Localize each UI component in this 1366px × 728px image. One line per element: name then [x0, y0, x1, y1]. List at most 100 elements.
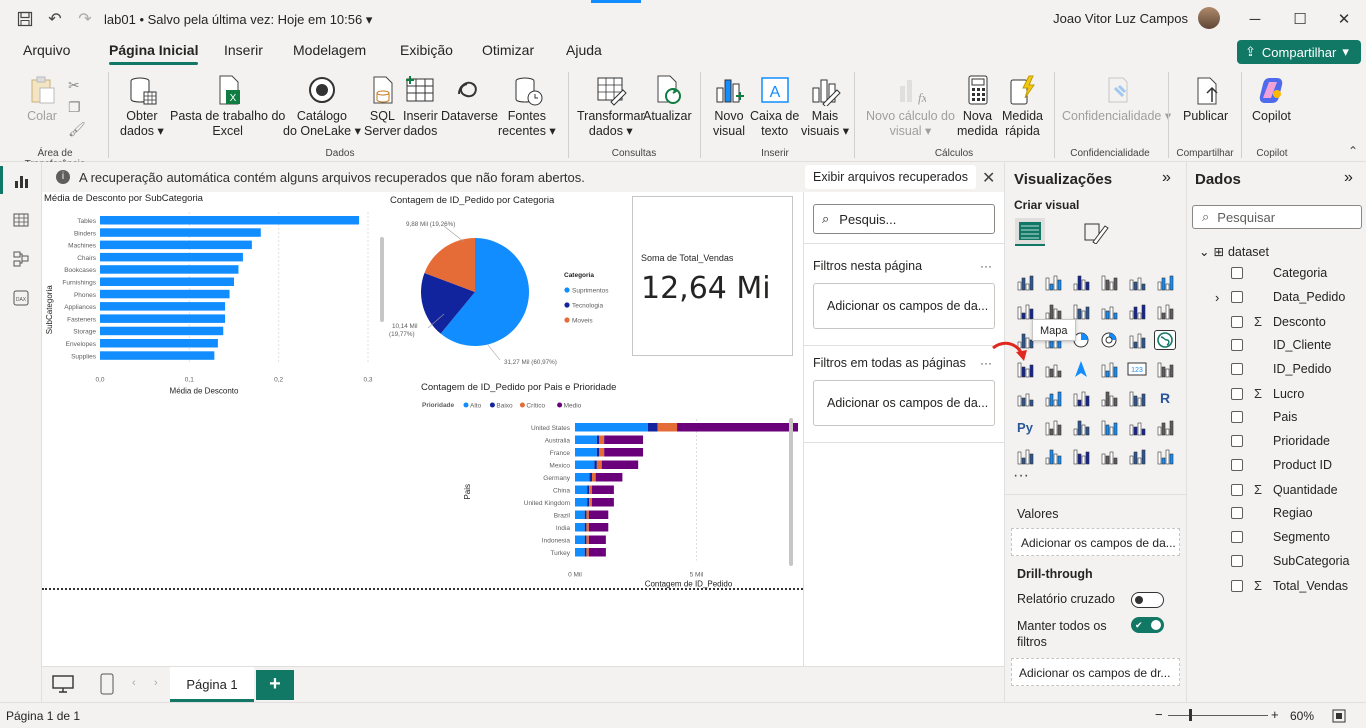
chevron-right-icon[interactable]: › — [1215, 290, 1219, 305]
shape-map-icon[interactable] — [1042, 359, 1064, 379]
category-pie-chart[interactable]: 31,27 Mil (60,97%) 10,14 Mil(19,77%) 9,88 … — [388, 210, 628, 370]
dax-query-icon[interactable]: DAX — [10, 287, 32, 309]
zoom-in-icon[interactable]: + — [1271, 707, 1279, 722]
menu-ajuda[interactable]: Ajuda — [566, 42, 602, 58]
page-filter-dropzone[interactable]: Adicionar os campos de da... — [813, 283, 995, 329]
copilot-button[interactable]: Copilot — [1252, 74, 1291, 124]
cross-report-toggle[interactable] — [1131, 592, 1164, 608]
enter-data-button[interactable]: Inserir dados — [403, 74, 438, 139]
undo-icon[interactable]: ↶ — [44, 8, 66, 30]
onelake-catalog-button[interactable]: Catálogo do OneLake ▾ — [283, 74, 361, 139]
100-bar-icon[interactable] — [1126, 272, 1148, 292]
new-card-icon[interactable] — [1098, 446, 1120, 466]
field-product-id[interactable]: Product ID — [1231, 458, 1332, 472]
format-painter-icon[interactable]: 🖌 — [68, 118, 86, 140]
text-box-button[interactable]: A Caixa de texto — [750, 74, 799, 139]
azure-map-icon[interactable] — [1070, 359, 1092, 379]
page-tab-1[interactable]: Página 1 — [170, 667, 254, 702]
field-checkbox[interactable] — [1231, 531, 1243, 543]
excel-workbook-button[interactable]: X Pasta de trabalho do Excel — [170, 74, 285, 139]
python-visual-icon[interactable]: Py — [1014, 417, 1036, 437]
r-visual-icon[interactable]: R — [1154, 388, 1176, 408]
field-subcategoria[interactable]: SubCategoria — [1231, 554, 1349, 568]
mobile-layout-icon[interactable] — [100, 673, 114, 698]
slicer-icon[interactable] — [1070, 388, 1092, 408]
field-checkbox[interactable] — [1231, 507, 1243, 519]
field-checkbox[interactable] — [1231, 555, 1243, 567]
save-icon[interactable] — [14, 8, 36, 30]
field-checkbox[interactable] — [1231, 411, 1243, 423]
more-visuals-button[interactable]: Mais visuais ▾ — [801, 74, 849, 139]
field-checkbox[interactable] — [1231, 579, 1243, 592]
chevron-left-icon[interactable]: ‹ — [132, 677, 136, 689]
power-automate-icon[interactable] — [1154, 417, 1176, 437]
desktop-layout-icon[interactable] — [52, 675, 74, 696]
scrollbar[interactable] — [380, 237, 384, 322]
paste-button[interactable]: Colar — [26, 74, 58, 124]
sensitivity-button[interactable]: Confidencialidade ▾ — [1062, 74, 1171, 124]
collapse-pane-icon[interactable]: » — [1344, 169, 1353, 187]
multi-row-card-icon[interactable] — [1042, 446, 1064, 466]
ribbon-icon[interactable] — [1126, 301, 1148, 321]
document-title[interactable]: lab01 • Salvo pela última vez: Hoje em 1… — [104, 12, 372, 28]
table-view-icon[interactable] — [10, 209, 32, 231]
copy-icon[interactable]: ❐ — [68, 96, 86, 118]
field-checkbox[interactable] — [1231, 339, 1243, 351]
smart-narrative-icon[interactable] — [1070, 417, 1092, 437]
key-influencers-icon[interactable] — [1098, 388, 1120, 408]
menu-pagina-inicial[interactable]: Página Inicial — [109, 42, 199, 65]
field-checkbox[interactable] — [1231, 435, 1243, 447]
button-slicer-icon[interactable] — [1070, 446, 1092, 466]
data-search-input[interactable]: ⌕ Pesquisar — [1192, 205, 1362, 229]
field-segmento[interactable]: Segmento — [1231, 530, 1330, 544]
user-name[interactable]: Joao Vitor Luz Campos — [1053, 11, 1188, 26]
field-id-cliente[interactable]: ID_Cliente — [1231, 338, 1331, 352]
zoom-slider[interactable] — [1168, 715, 1268, 716]
menu-inserir[interactable]: Inserir — [224, 42, 263, 58]
stacked-bar-icon[interactable] — [1014, 272, 1036, 292]
new-visual-calculation-button[interactable]: fx Novo cálculo do visual ▾ — [866, 74, 955, 139]
power-apps-icon[interactable] — [1126, 417, 1148, 437]
values-dropzone[interactable]: Adicionar os campos de da... — [1011, 528, 1180, 556]
waterfall-icon[interactable] — [1154, 301, 1176, 321]
field-desconto[interactable]: Σ Desconto — [1231, 314, 1326, 329]
field-prioridade[interactable]: Prioridade — [1231, 434, 1330, 448]
collapse-ribbon-icon[interactable]: ⌃ — [1348, 144, 1358, 158]
scrollbar[interactable] — [789, 418, 793, 566]
collapse-pane-icon[interactable]: » — [1162, 169, 1171, 187]
report-icon[interactable] — [1014, 446, 1036, 466]
field-total-vendas[interactable]: Σ Total_Vendas — [1231, 578, 1348, 593]
more-options-icon[interactable]: ··· — [980, 259, 992, 273]
donut-chart-icon[interactable] — [1098, 330, 1120, 350]
dataverse-button[interactable]: Dataverse — [441, 74, 498, 124]
table-icon[interactable] — [1014, 388, 1036, 408]
chevron-right-icon[interactable]: › — [154, 677, 158, 689]
publish-button[interactable]: Publicar — [1183, 74, 1228, 124]
minimize-icon[interactable]: ─ — [1244, 8, 1266, 30]
line-chart-icon[interactable] — [1014, 301, 1036, 321]
share-button[interactable]: ⇪ Compartilhar ▾ — [1237, 40, 1361, 64]
format-visual-tab[interactable] — [1083, 220, 1109, 247]
paginated-report-icon[interactable] — [1098, 417, 1120, 437]
quick-measure-button[interactable]: Medida rápida — [1002, 74, 1043, 139]
menu-otimizar[interactable]: Otimizar — [482, 42, 534, 58]
field-checkbox[interactable] — [1231, 387, 1243, 400]
arcgis-icon[interactable] — [1154, 446, 1176, 466]
metrics-icon[interactable] — [1126, 446, 1148, 466]
field-checkbox[interactable] — [1231, 267, 1243, 279]
menu-arquivo[interactable]: Arquivo — [23, 42, 70, 58]
build-visual-tab[interactable] — [1015, 218, 1045, 246]
field-categoria[interactable]: Categoria — [1231, 266, 1327, 280]
stacked-column-icon[interactable] — [1042, 272, 1064, 292]
model-view-icon[interactable] — [10, 248, 32, 270]
view-recovered-files-button[interactable]: Exibir arquivos recuperados — [805, 165, 976, 189]
area-chart-icon[interactable] — [1042, 301, 1064, 321]
clustered-column-icon[interactable] — [1098, 272, 1120, 292]
sql-server-button[interactable]: SQL Server — [364, 74, 401, 139]
field-checkbox[interactable] — [1231, 363, 1243, 375]
recent-sources-button[interactable]: Fontes recentes ▾ — [498, 74, 556, 139]
subcategory-discount-chart[interactable]: 0,0 0,1 0,2 0,3 Tables Binders Machines Chairs B… — [42, 206, 387, 396]
report-view-icon[interactable] — [10, 170, 32, 192]
add-page-button[interactable]: + — [256, 670, 294, 700]
decomposition-tree-icon[interactable] — [1126, 388, 1148, 408]
